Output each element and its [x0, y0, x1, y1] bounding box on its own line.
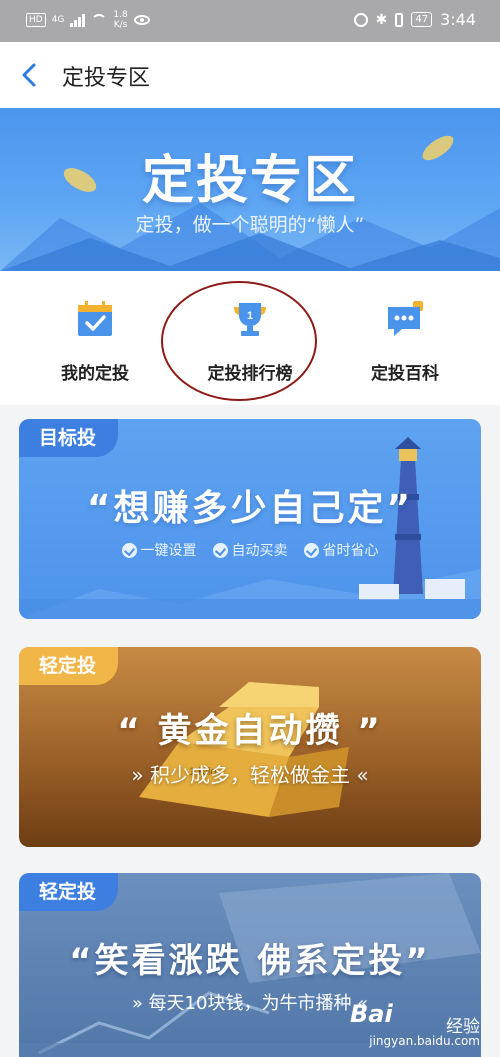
menu-label: 定投百科: [371, 364, 439, 384]
feature-item: 自动买卖: [212, 540, 288, 560]
menu-label: 我的定投: [61, 364, 129, 384]
battery-icon: 47: [411, 12, 433, 27]
page-title: 定投专区: [62, 66, 151, 91]
goal-invest-card[interactable]: 目标投 “想赚多少自己定” 一键设置 自动买卖 省时省心: [19, 419, 481, 619]
network-speed: 1.8 K/s: [113, 10, 127, 30]
card-subtitle: » 积少成多，轻松做金主 «: [131, 763, 369, 787]
status-left: HD 4G 1.8 K/s: [26, 10, 150, 30]
card-tag: 目标投: [19, 419, 119, 457]
trophy-badge: 1: [247, 310, 253, 322]
menu-my-plans[interactable]: 我的定投: [12, 271, 178, 405]
calendar-check-icon: [78, 301, 112, 336]
card-tag: 轻定投: [19, 647, 119, 685]
check-circle-icon: [212, 542, 228, 558]
check-circle-icon: [303, 542, 319, 558]
status-bar: HD 4G 1.8 K/s ✱ 47 3:44: [0, 0, 500, 42]
trophy-icon: 1: [234, 303, 266, 336]
feature-list: 一键设置 自动买卖 省时省心: [19, 540, 481, 560]
menu-label: 定投排行榜: [207, 364, 293, 384]
bluetooth-icon: ✱: [375, 11, 388, 28]
card-title: “想赚多少自己定”: [86, 488, 414, 529]
banner-title: 定投专区: [141, 151, 358, 211]
feature-item: 省时省心: [303, 540, 379, 560]
alarm-icon: [353, 12, 368, 27]
double-chevron-right-icon: »: [131, 993, 149, 1014]
watermark-url: jingyan.baidu.com: [369, 1034, 480, 1048]
double-chevron-left-icon: «: [350, 763, 369, 787]
wifi-icon: [91, 14, 108, 26]
feature-item: 一键设置: [121, 540, 197, 560]
chat-bubble-icon: [388, 301, 423, 336]
card-tag: 轻定投: [19, 873, 119, 911]
status-right: ✱ 47 3:44: [353, 10, 476, 29]
baidu-watermark: Bai 经验 jingyan.baidu.com: [350, 1000, 480, 1052]
check-circle-icon: [121, 542, 137, 558]
vibrate-icon: [395, 12, 404, 27]
card-title: “笑看涨跌 佛系定投”: [69, 941, 431, 981]
speed-value: 1.8: [113, 10, 128, 20]
double-chevron-right-icon: »: [131, 763, 150, 787]
clock: 3:44: [440, 10, 476, 29]
signal-icon: [70, 13, 86, 27]
quick-menu: 我的定投 1 定投排行榜 定投百科: [0, 271, 500, 405]
nav-bar: 定投专区: [0, 42, 500, 108]
eye-comfort-icon: [133, 15, 150, 25]
menu-leaderboard[interactable]: 1 定投排行榜: [167, 271, 333, 405]
network-type: 4G: [51, 15, 65, 25]
chevron-left-icon[interactable]: [18, 62, 42, 88]
card-title: “ 黄金自动攒 ”: [117, 711, 383, 751]
menu-encyclopedia[interactable]: 定投百科: [322, 271, 488, 405]
gold-invest-card[interactable]: 1 Kilo 轻定投 “ 黄金自动攒 ” » 积少成多，轻松做金主 «: [19, 647, 481, 847]
speed-unit: K/s: [113, 20, 128, 30]
hd-badge: HD: [26, 13, 46, 27]
banner-subtitle: 定投，做一个聪明的“懒人”: [135, 214, 365, 236]
